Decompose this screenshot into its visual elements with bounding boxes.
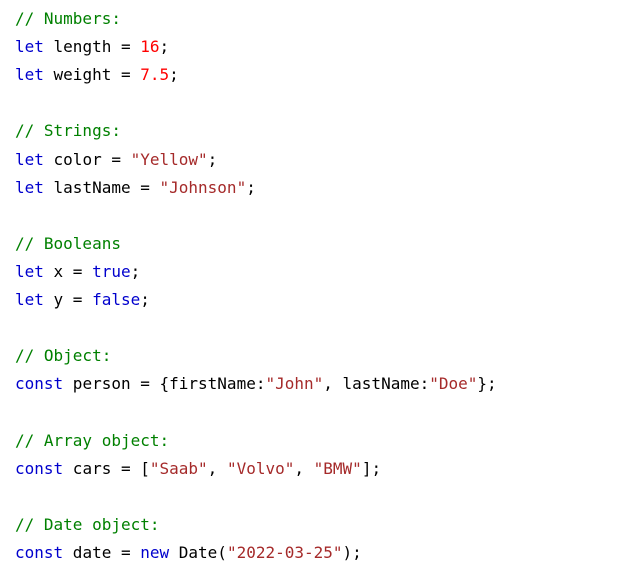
code-token: );	[342, 542, 362, 562]
string-token: "BMW"	[313, 458, 362, 478]
string-token: "Doe"	[429, 374, 478, 394]
comment-token: // Object:	[15, 346, 112, 366]
code-token: length =	[43, 37, 141, 57]
code-line: let lastName = "Johnson";	[15, 178, 256, 198]
code-line: const cars = ["Saab", "Volvo", "BMW"];	[15, 459, 381, 479]
keyword-token: new	[140, 542, 170, 562]
number-token: 16	[140, 37, 160, 57]
string-token: "Volvo"	[226, 458, 295, 478]
code-token: ;	[130, 261, 141, 281]
code-line: // Array object:	[15, 431, 169, 451]
code-token: lastName =	[43, 177, 160, 197]
comment-token: // Booleans	[15, 233, 121, 253]
code-token: ,	[294, 458, 314, 478]
keyword-token: let	[15, 37, 44, 57]
string-token: "Saab"	[149, 458, 208, 478]
code-token: date =	[63, 542, 141, 562]
string-token: "Yellow"	[130, 149, 208, 169]
keyword-token: let	[15, 290, 44, 309]
code-token: ;	[207, 149, 218, 169]
number-token: 7.5	[140, 65, 170, 85]
code-token: person = {firstName:	[63, 374, 266, 394]
code-token: ,	[207, 458, 227, 478]
code-token: ;	[246, 177, 256, 197]
code-token: Date(	[169, 542, 227, 562]
code-token: x =	[43, 261, 93, 281]
comment-token: // Array object:	[15, 430, 170, 450]
code-line: let length = 16;	[15, 37, 169, 57]
keyword-token: let	[15, 65, 44, 85]
keyword-token: let	[15, 149, 44, 169]
string-token: "Johnson"	[159, 177, 247, 197]
code-block: // Numbers: let length = 16; let weight = …	[0, 0, 623, 573]
keyword-token: let	[15, 177, 44, 197]
code-line: // Object:	[15, 346, 111, 366]
code-line: // Date object:	[15, 515, 160, 535]
code-token: };	[477, 374, 497, 394]
code-token: weight =	[43, 65, 141, 85]
keyword-token: false	[92, 290, 141, 309]
code-token: y =	[43, 290, 93, 309]
keyword-token: const	[15, 458, 64, 478]
code-token: ;	[159, 37, 170, 57]
code-token: cars = [	[63, 458, 150, 478]
code-line: let color = "Yellow";	[15, 150, 217, 170]
code-token: , lastName:	[323, 374, 430, 394]
code-line: const date = new Date("2022-03-25");	[15, 543, 362, 563]
comment-token: // Strings:	[15, 121, 121, 141]
code-line: // Booleans	[15, 234, 121, 254]
code-line: // Strings:	[15, 121, 121, 141]
code-line: let y = false;	[15, 290, 150, 310]
code-token: ;	[140, 290, 150, 309]
code-line: // Numbers:	[15, 9, 121, 29]
keyword-token: const	[15, 542, 64, 562]
keyword-token: let	[15, 261, 44, 281]
comment-token: // Date object:	[15, 514, 160, 534]
string-token: "John"	[265, 374, 324, 394]
string-token: "2022-03-25"	[226, 542, 343, 562]
code-token: color =	[43, 149, 131, 169]
keyword-token: true	[92, 261, 131, 281]
code-line: let x = true;	[15, 262, 140, 282]
keyword-token: const	[15, 374, 64, 394]
code-line: let weight = 7.5;	[15, 65, 179, 85]
code-token: ];	[361, 458, 382, 478]
code-token: ;	[169, 65, 179, 85]
code-line: const person = {firstName:"John", lastNa…	[15, 374, 497, 394]
comment-token: // Numbers:	[15, 9, 121, 28]
